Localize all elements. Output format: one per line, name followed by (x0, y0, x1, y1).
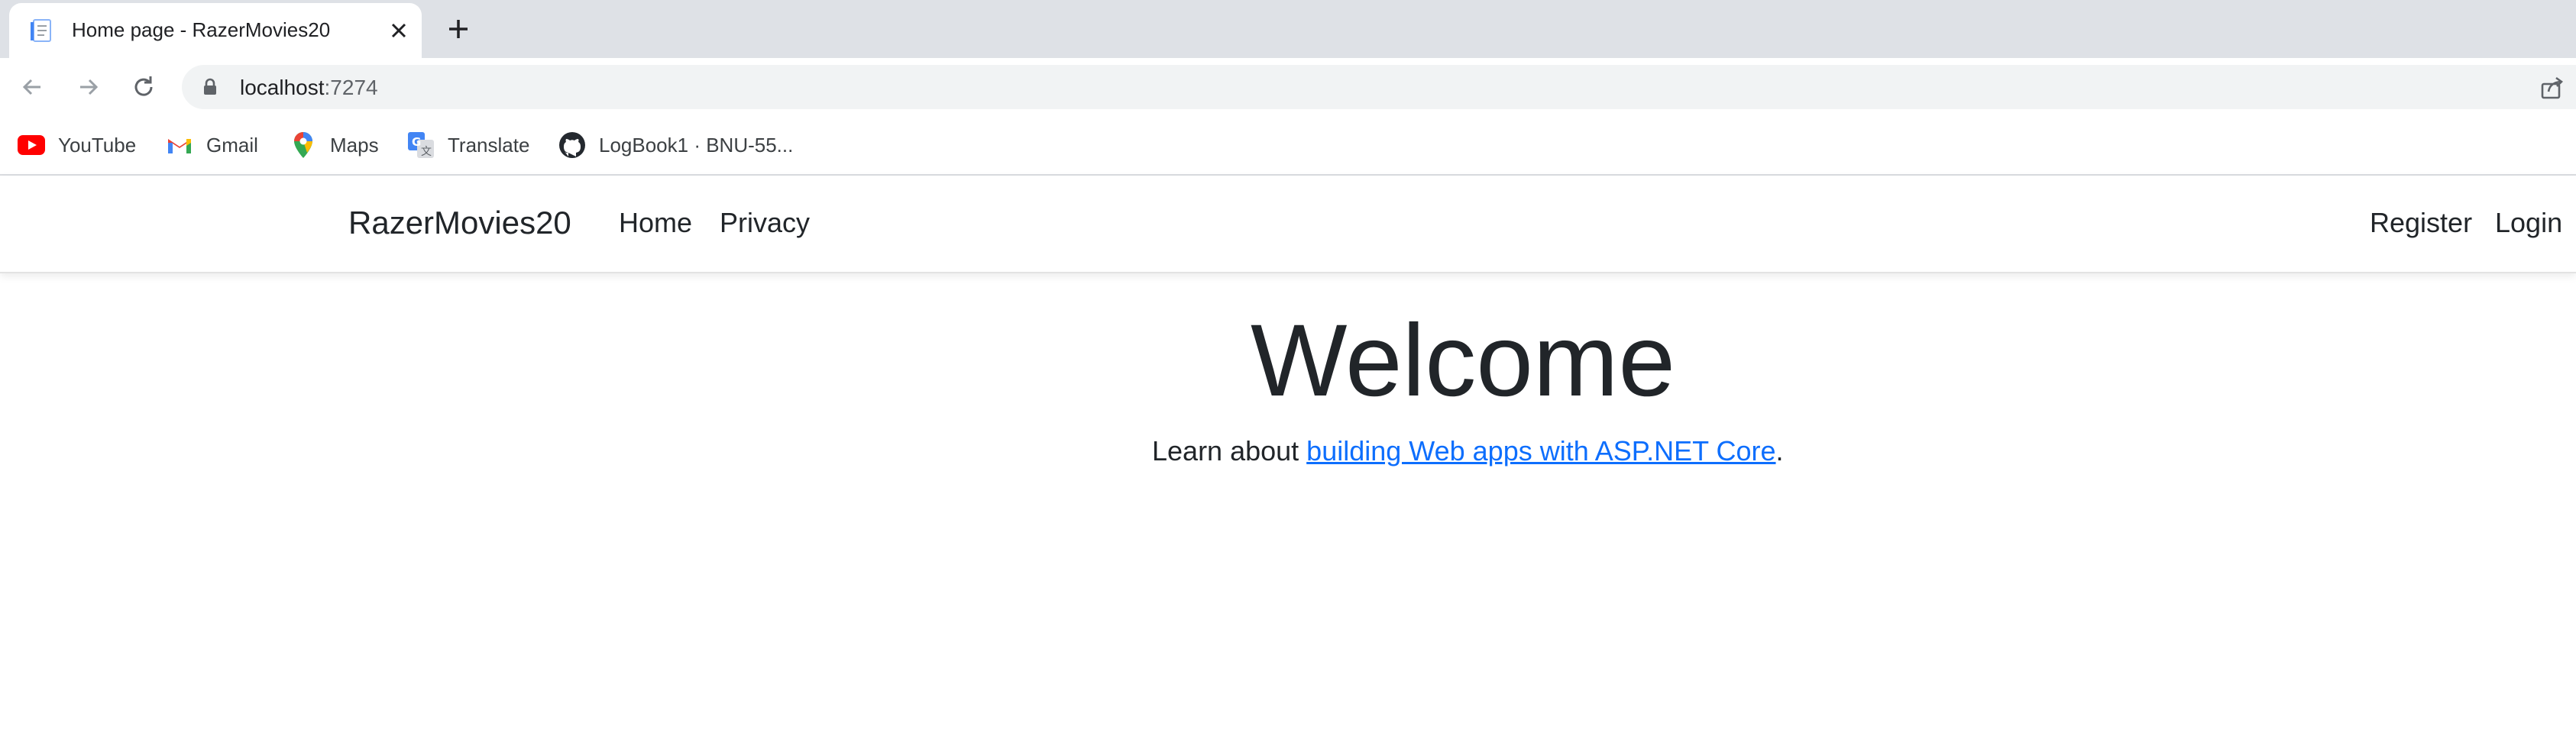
address-bar[interactable]: localhost:7274 (182, 65, 2576, 109)
github-icon (558, 132, 587, 158)
nav-privacy-link[interactable]: Privacy (720, 207, 810, 239)
url-host: localhost (240, 76, 325, 99)
share-icon[interactable] (2539, 75, 2565, 101)
tab-title: Home page - RazerMovies20 (72, 18, 331, 41)
youtube-icon (17, 132, 46, 158)
svg-text:文: 文 (421, 146, 432, 158)
bookmark-label: LogBook1 · BNU-55... (599, 133, 794, 157)
arrow-left-icon (22, 79, 40, 95)
lock-icon[interactable] (200, 77, 220, 97)
gmail-icon (165, 132, 194, 158)
browser-tab[interactable]: Home page - RazerMovies20 (9, 3, 422, 58)
browser-toolbar: localhost:7274 (0, 58, 2576, 116)
learn-prefix: Learn about (1152, 435, 1307, 467)
close-tab-icon[interactable] (385, 17, 413, 44)
back-button[interactable] (15, 70, 49, 104)
reload-button[interactable] (127, 70, 160, 104)
bookmark-logbook[interactable]: LogBook1 · BNU-55... (558, 130, 793, 160)
forward-button[interactable] (72, 70, 105, 104)
bookmarks-bar: YouTube Gmail Maps G 文 Translate LogBook… (0, 116, 2576, 176)
page-title: Welcome (1250, 304, 1676, 418)
maps-icon (289, 132, 318, 158)
site-navbar: RazerMovies20 Home Privacy Register Logi… (0, 176, 2576, 273)
aspnet-docs-link[interactable]: building Web apps with ASP.NET Core (1306, 435, 1775, 467)
new-tab-button[interactable] (442, 12, 475, 46)
bookmark-translate[interactable]: G 文 Translate (406, 130, 529, 160)
nav-register-link[interactable]: Register (2370, 207, 2472, 239)
reload-icon (134, 76, 153, 96)
bookmark-gmail[interactable]: Gmail (165, 130, 258, 160)
brand-link[interactable]: RazerMovies20 (348, 205, 571, 241)
arrow-right-icon (80, 79, 99, 95)
document-icon (29, 18, 55, 44)
nav-home-link[interactable]: Home (619, 207, 692, 239)
bookmark-maps[interactable]: Maps (289, 130, 379, 160)
learn-paragraph: Learn about building Web apps with ASP.N… (1152, 435, 1784, 467)
bookmark-label: YouTube (58, 133, 137, 157)
tab-strip: Home page - RazerMovies20 (0, 0, 2576, 58)
translate-icon: G 文 (406, 132, 435, 158)
url-port: :7274 (324, 76, 378, 99)
learn-suffix: . (1775, 435, 1784, 467)
url-text[interactable]: localhost:7274 (240, 76, 378, 100)
svg-text:G: G (412, 135, 421, 149)
bookmark-youtube[interactable]: YouTube (17, 130, 136, 160)
bookmark-label: Gmail (206, 133, 258, 157)
bookmark-label: Maps (330, 133, 379, 157)
bookmark-label: Translate (448, 133, 530, 157)
nav-login-link[interactable]: Login (2495, 207, 2562, 239)
